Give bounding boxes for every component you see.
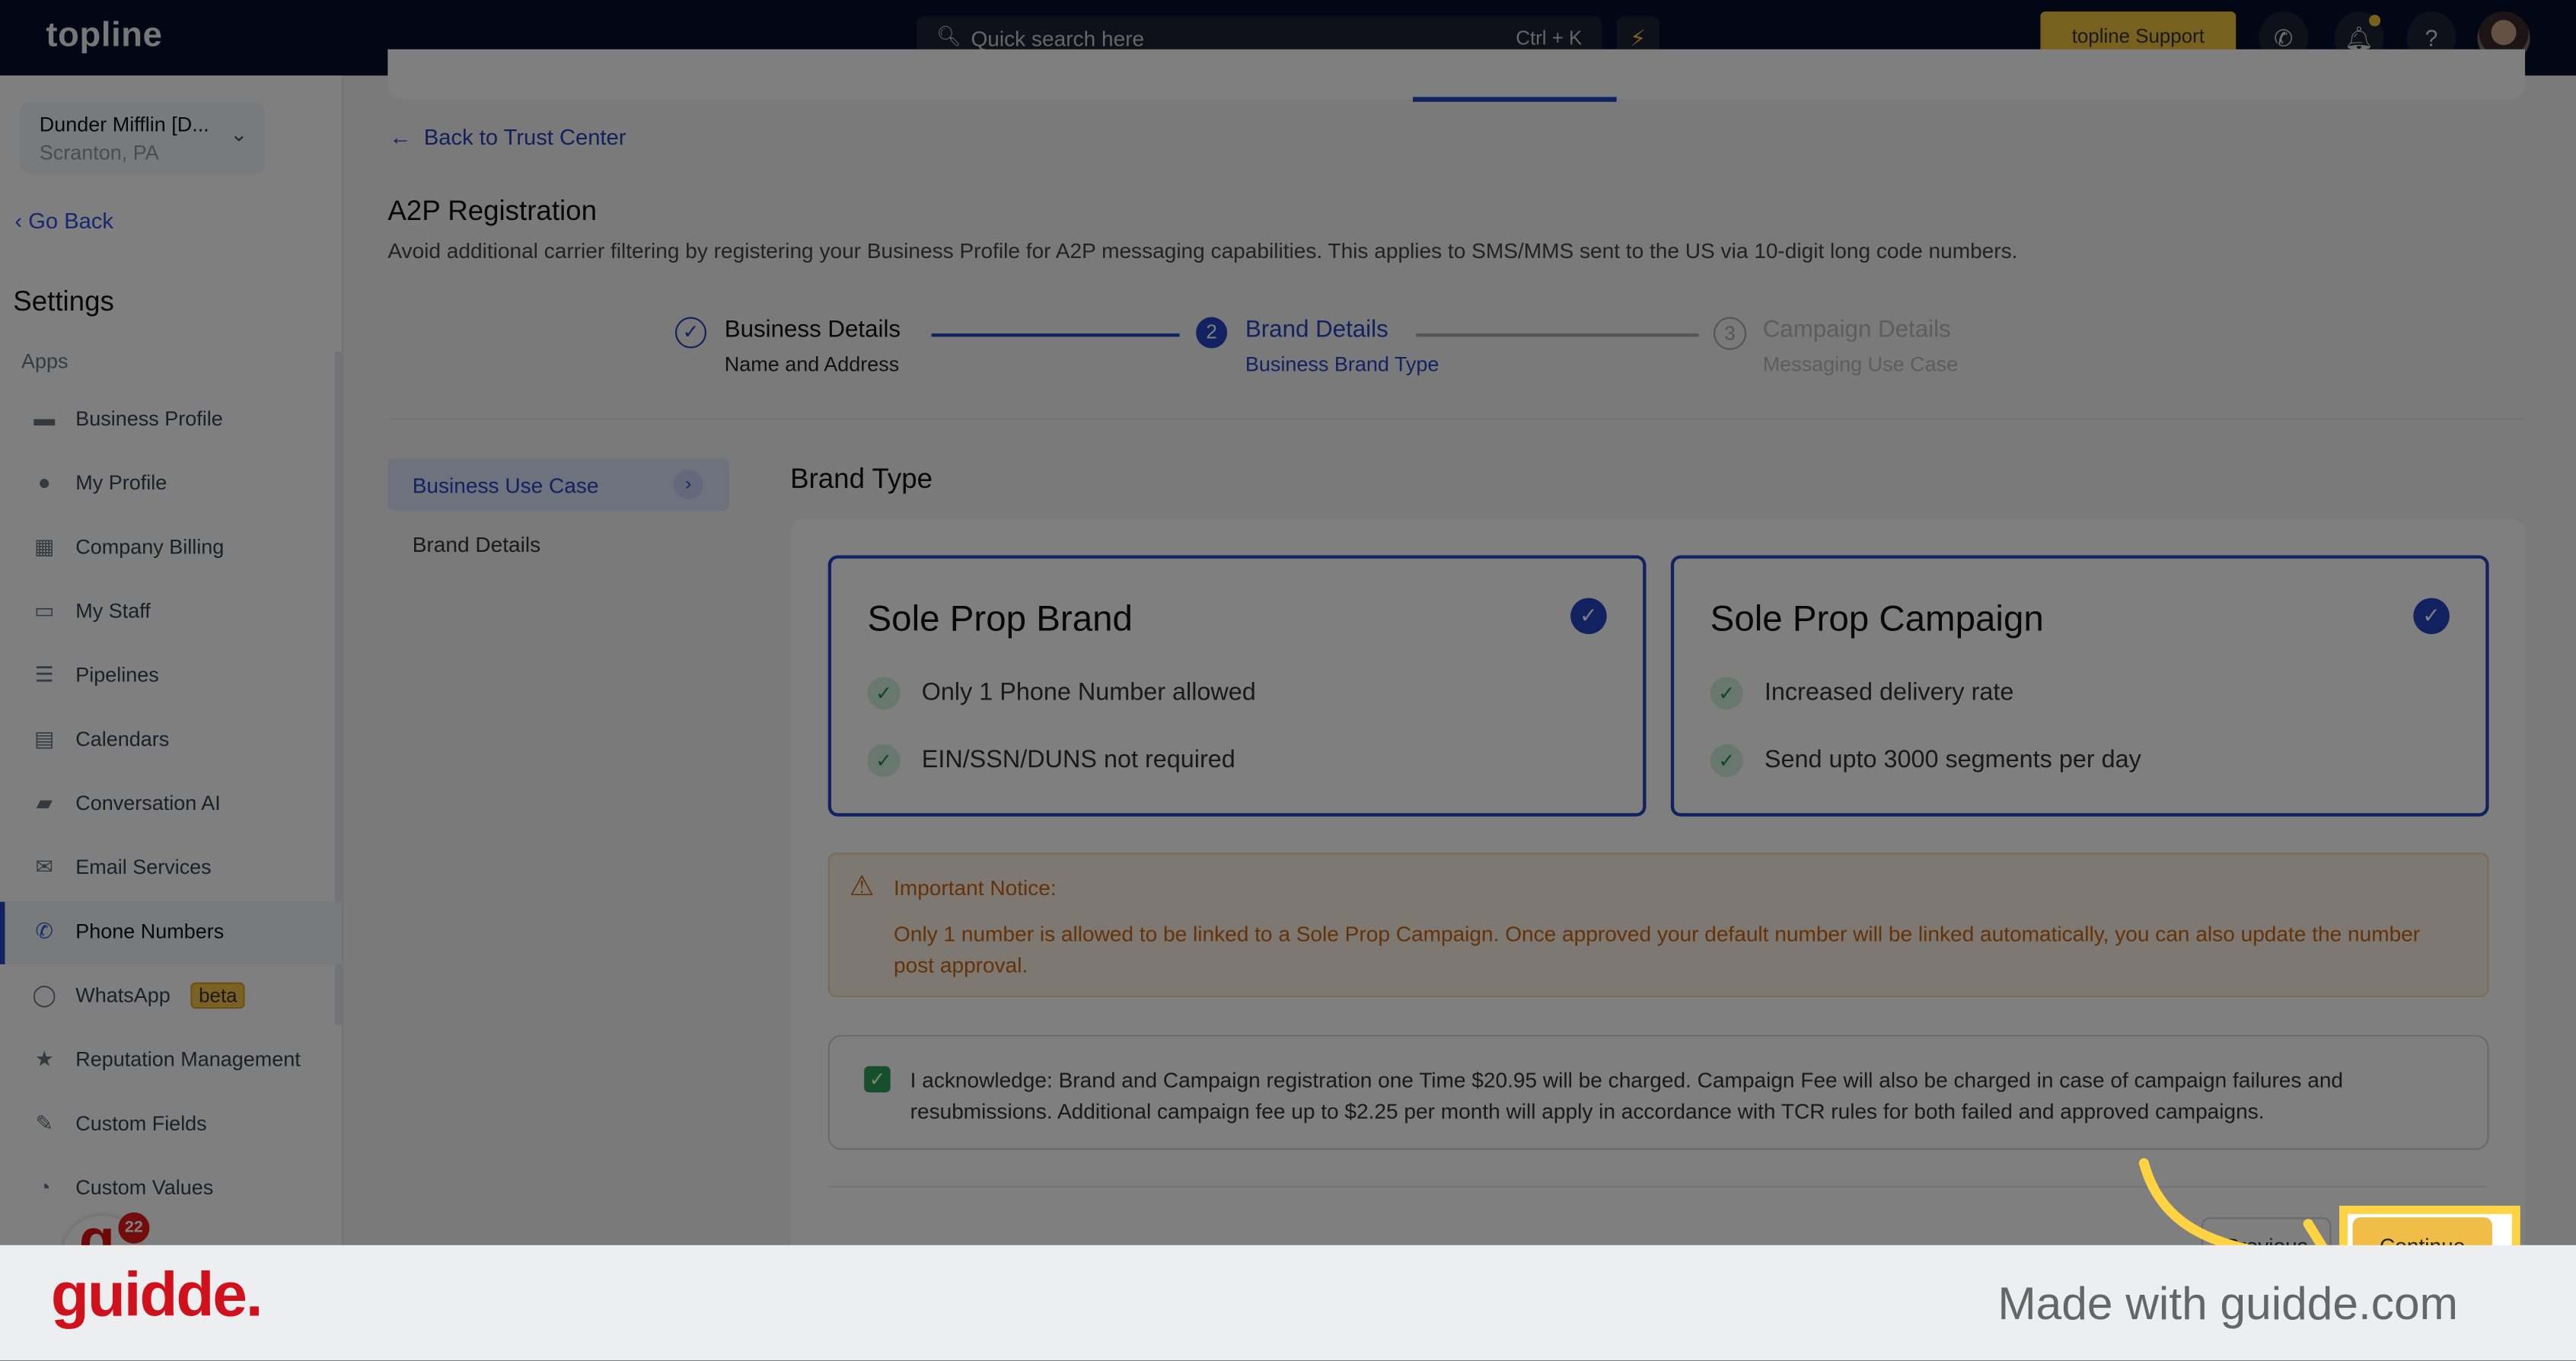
guidde-logo: guidde. — [50, 1261, 263, 1331]
dim-overlay — [0, 0, 2576, 1245]
made-with-guidde: Made with guidde.com — [1997, 1278, 2458, 1329]
guidde-footer: guidde. Made with guidde.com — [0, 1245, 2576, 1360]
